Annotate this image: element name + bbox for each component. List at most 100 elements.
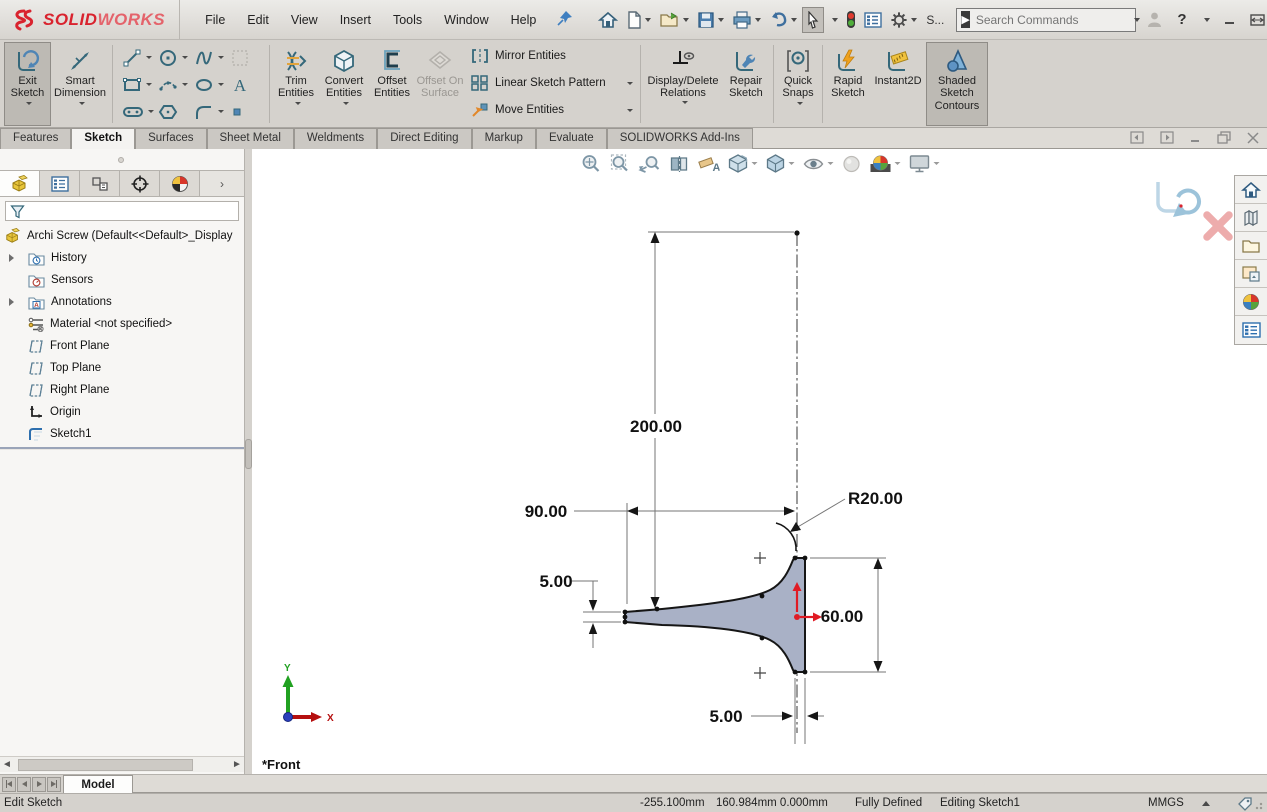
tree-horizontal-scrollbar[interactable]: ◄ ► — [0, 756, 244, 772]
previous-view-button[interactable] — [637, 152, 661, 176]
menu-window[interactable]: Window — [433, 8, 499, 32]
tag-icon[interactable] — [1237, 796, 1253, 811]
tab-property-manager[interactable] — [40, 171, 80, 196]
tab-feature-manager[interactable] — [0, 171, 40, 196]
dropdown-caret[interactable] — [718, 18, 724, 22]
dropdown-caret[interactable] — [148, 110, 154, 113]
dropdown-caret[interactable] — [911, 18, 917, 22]
tree-item-sensors[interactable]: Sensors — [0, 269, 244, 291]
rapid-sketch-button[interactable]: Rapid Sketch — [826, 42, 870, 126]
tab-configuration-manager[interactable] — [80, 171, 120, 196]
interference-light-button[interactable] — [843, 6, 859, 33]
linear-sketch-pattern-button[interactable]: Linear Sketch Pattern — [471, 75, 633, 91]
tab-features[interactable]: Features — [0, 128, 71, 149]
scrollbar-thumb[interactable] — [18, 759, 193, 771]
graphics-viewport[interactable]: 200.00 90.00 — [252, 149, 1267, 774]
previous-tab-button[interactable] — [17, 777, 31, 792]
taskpane-appearances-button[interactable] — [1235, 288, 1267, 316]
menu-file[interactable]: File — [194, 8, 236, 32]
taskpane-design-library-button[interactable] — [1235, 204, 1267, 232]
tab-weldments[interactable]: Weldments — [294, 128, 377, 149]
options-button[interactable] — [887, 7, 920, 33]
trim-entities-button[interactable]: Trim Entities — [273, 42, 319, 126]
view-orientation-button[interactable] — [726, 151, 758, 176]
tab-display-manager[interactable] — [160, 171, 200, 196]
tab-surfaces[interactable]: Surfaces — [135, 128, 206, 149]
model-tab[interactable]: Model — [63, 775, 133, 793]
line-tool[interactable] — [120, 48, 156, 68]
dimension-5-tip[interactable]: 5.00 — [539, 572, 621, 648]
first-tab-button[interactable] — [2, 777, 16, 792]
dropdown-caret[interactable] — [146, 83, 152, 86]
dimension-r20[interactable]: R20.00 — [776, 489, 903, 551]
dropdown-caret[interactable] — [218, 56, 224, 59]
dropdown-caret[interactable] — [182, 56, 188, 59]
dropdown-caret[interactable] — [683, 18, 689, 22]
dimension-5-band[interactable]: 5.00 — [709, 678, 824, 744]
open-document-button[interactable] — [656, 7, 692, 33]
dropdown-caret[interactable] — [146, 56, 152, 59]
doc-minimize-icon[interactable] — [1190, 132, 1201, 143]
tab-direct-editing[interactable]: Direct Editing — [377, 128, 471, 149]
toolbar-overflow-label[interactable]: S... — [926, 13, 944, 27]
doc-close-icon[interactable] — [1247, 132, 1259, 144]
ellipse-tool[interactable] — [192, 75, 228, 95]
exit-sketch-confirm-icon[interactable] — [1158, 182, 1199, 217]
zoom-to-fit-button[interactable] — [579, 151, 602, 176]
unit-system-caret[interactable] — [1202, 801, 1210, 806]
panel-splitter[interactable] — [245, 149, 252, 774]
menu-edit[interactable]: Edit — [236, 8, 280, 32]
mirror-entities-button[interactable]: Mirror Entities — [471, 48, 633, 64]
sketch-origin[interactable] — [793, 582, 823, 622]
help-caret[interactable] — [1204, 18, 1210, 22]
collapse-right-pane-icon[interactable] — [1160, 131, 1174, 144]
annotation-views-button[interactable]: A — [696, 152, 720, 176]
display-delete-relations-button[interactable]: Display/Delete Relations — [644, 42, 722, 126]
sketch-profile[interactable] — [625, 558, 805, 672]
tree-item-sketch1[interactable]: Sketch1 — [0, 423, 244, 445]
dropdown-caret[interactable] — [682, 101, 688, 104]
apply-scene-button[interactable] — [868, 152, 901, 176]
panel-splitter-dot[interactable] — [118, 157, 124, 163]
tree-item-material[interactable]: Material <not specified> — [0, 313, 244, 335]
dropdown-caret[interactable] — [791, 18, 797, 22]
dropdown-caret[interactable] — [788, 162, 794, 165]
dropdown-caret[interactable] — [751, 162, 757, 165]
exit-sketch-button[interactable]: Exit Sketch — [4, 42, 51, 126]
tab-evaluate[interactable]: Evaluate — [536, 128, 607, 149]
taskpane-view-palette-button[interactable] — [1235, 260, 1267, 288]
new-document-button[interactable] — [623, 7, 654, 33]
unit-system[interactable]: MMGS — [1148, 797, 1184, 809]
section-view-button[interactable] — [667, 152, 690, 176]
undo-button[interactable] — [766, 7, 800, 32]
scroll-left-icon[interactable]: ◄ — [0, 759, 14, 770]
dropdown-caret[interactable] — [79, 102, 85, 105]
tree-item-right-plane[interactable]: Right Plane — [0, 379, 244, 401]
dropdown-caret[interactable] — [933, 162, 939, 165]
smart-dimension-button[interactable]: Smart Dimension — [51, 42, 109, 126]
tab-markup[interactable]: Markup — [472, 128, 536, 149]
menu-insert[interactable]: Insert — [329, 8, 382, 32]
splitter-handle[interactable] — [245, 439, 252, 469]
dropdown-caret[interactable] — [755, 18, 761, 22]
dimension-60[interactable]: 60.00 — [810, 558, 886, 672]
minimize-button[interactable] — [1224, 14, 1236, 26]
polygon-tool[interactable] — [156, 102, 192, 122]
save-button[interactable] — [694, 7, 727, 33]
dropdown-caret[interactable] — [627, 109, 633, 112]
taskpane-file-explorer-button[interactable] — [1235, 232, 1267, 260]
tree-root-part[interactable]: Archi Screw (Default<<Default>_Display — [0, 225, 244, 247]
tab-solidworks-addins[interactable]: SOLIDWORKS Add-Ins — [607, 128, 753, 149]
dropdown-caret[interactable] — [26, 102, 32, 105]
search-options-caret[interactable] — [1134, 18, 1140, 22]
zoom-to-area-button[interactable] — [608, 151, 631, 176]
scroll-right-icon[interactable]: ► — [230, 759, 244, 770]
sketch-fillet-tool[interactable] — [192, 102, 228, 122]
tab-sheet-metal[interactable]: Sheet Metal — [207, 128, 294, 149]
slot-tool[interactable] — [120, 102, 156, 122]
display-style-button[interactable] — [764, 151, 795, 176]
hide-show-items-button[interactable] — [801, 153, 834, 175]
taskpane-home-button[interactable] — [1235, 176, 1267, 204]
collapse-left-pane-icon[interactable] — [1130, 131, 1144, 144]
instant2d-button[interactable]: Instant2D — [870, 42, 926, 126]
